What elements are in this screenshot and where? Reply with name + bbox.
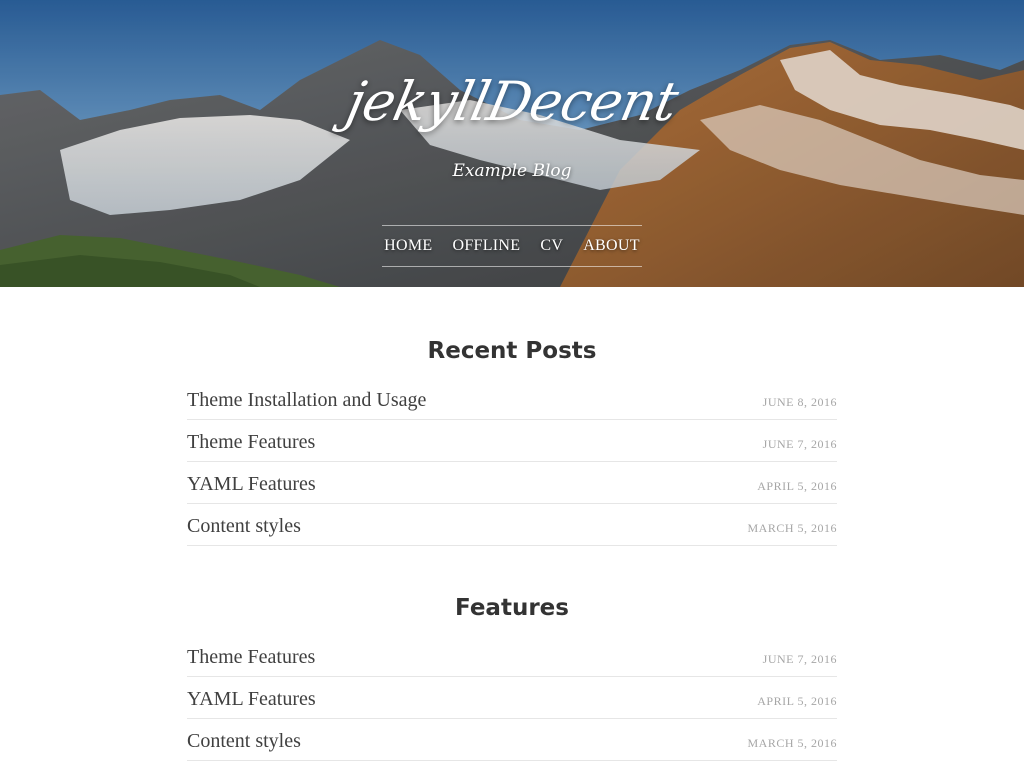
list-item: Theme Features June 7, 2016 (187, 641, 837, 677)
post-title-link[interactable]: Content styles (187, 719, 301, 754)
post-date: June 7, 2016 (762, 437, 837, 451)
nav-cv-link[interactable]: CV (540, 237, 563, 255)
post-date: April 5, 2016 (757, 694, 837, 708)
main-nav: Home Offline CV About (382, 225, 642, 267)
list-item: Theme Features June 7, 2016 (187, 420, 837, 462)
nav-about-link[interactable]: About (583, 237, 640, 255)
header-banner: jekyllDecent Example Blog Home Offline C… (0, 0, 1024, 287)
site-title[interactable]: jekyllDecent (0, 70, 1024, 133)
recent-posts-section: Recent Posts Theme Installation and Usag… (187, 336, 837, 546)
post-date: March 5, 2016 (747, 521, 837, 535)
section-heading: Features (455, 595, 569, 621)
nav-offline-link[interactable]: Offline (452, 237, 520, 255)
list-item: YAML Features April 5, 2016 (187, 462, 837, 504)
post-title-link[interactable]: Theme Features (187, 641, 315, 670)
post-date: June 8, 2016 (762, 395, 837, 409)
post-date: March 5, 2016 (747, 736, 837, 750)
post-list: Theme Installation and Usage June 8, 201… (187, 384, 837, 546)
section-heading: Recent Posts (427, 338, 597, 364)
list-item: Content styles March 5, 2016 (187, 719, 837, 761)
main-content: Recent Posts Theme Installation and Usag… (187, 287, 837, 761)
post-list: Theme Features June 7, 2016 YAML Feature… (187, 641, 837, 761)
features-section: Features Theme Features June 7, 2016 YAM… (187, 593, 837, 761)
post-title-link[interactable]: Content styles (187, 504, 301, 539)
post-title-link[interactable]: YAML Features (187, 677, 316, 712)
nav-home-link[interactable]: Home (384, 237, 432, 255)
list-item: Content styles March 5, 2016 (187, 504, 837, 546)
post-title-link[interactable]: Theme Features (187, 420, 315, 455)
post-title-link[interactable]: YAML Features (187, 462, 316, 497)
list-item: YAML Features April 5, 2016 (187, 677, 837, 719)
post-date: April 5, 2016 (757, 479, 837, 493)
site-tagline: Example Blog (452, 161, 572, 181)
post-title-link[interactable]: Theme Installation and Usage (187, 384, 426, 413)
post-date: June 7, 2016 (762, 652, 837, 666)
list-item: Theme Installation and Usage June 8, 201… (187, 384, 837, 420)
